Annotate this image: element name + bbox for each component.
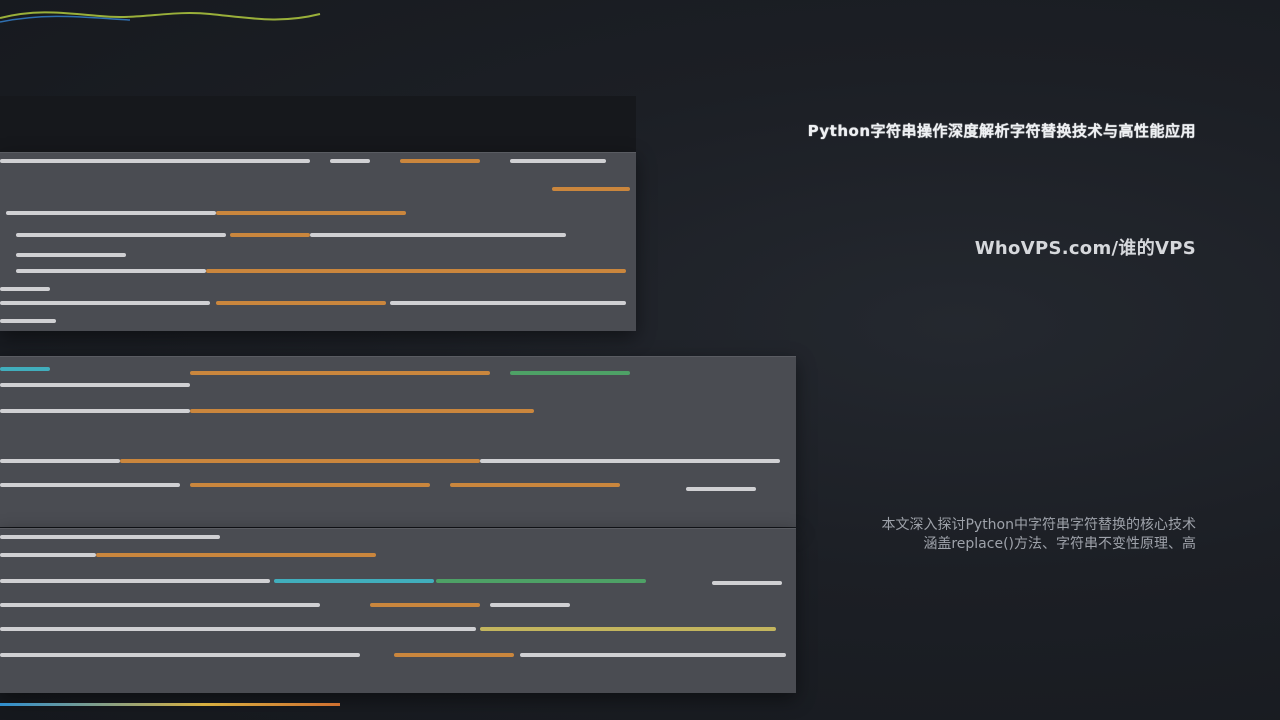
code-panel-bottom (0, 528, 796, 693)
description-line-1: 本文深入探讨Python中字符串字符替换的核心技术 (881, 517, 1196, 533)
top-wave-decoration (0, 11, 321, 23)
code-panel-middle (0, 356, 796, 527)
code-panel-top (0, 152, 636, 331)
site-brand: WhoVPS.com/谁的VPS (974, 238, 1196, 259)
article-description: 本文深入探讨Python中字符串字符替换的核心技术 涵盖replace()方法、… (776, 516, 1196, 554)
description-line-2: 涵盖replace()方法、字符串不变性原理、高 (923, 536, 1196, 552)
bottom-color-strip (0, 703, 340, 706)
article-title: Python字符串操作深度解析字符替换技术与高性能应用 (807, 122, 1196, 140)
cover-image: Python字符串操作深度解析字符替换技术与高性能应用 WhoVPS.com/谁… (0, 0, 1280, 720)
code-editor-header (0, 96, 636, 152)
